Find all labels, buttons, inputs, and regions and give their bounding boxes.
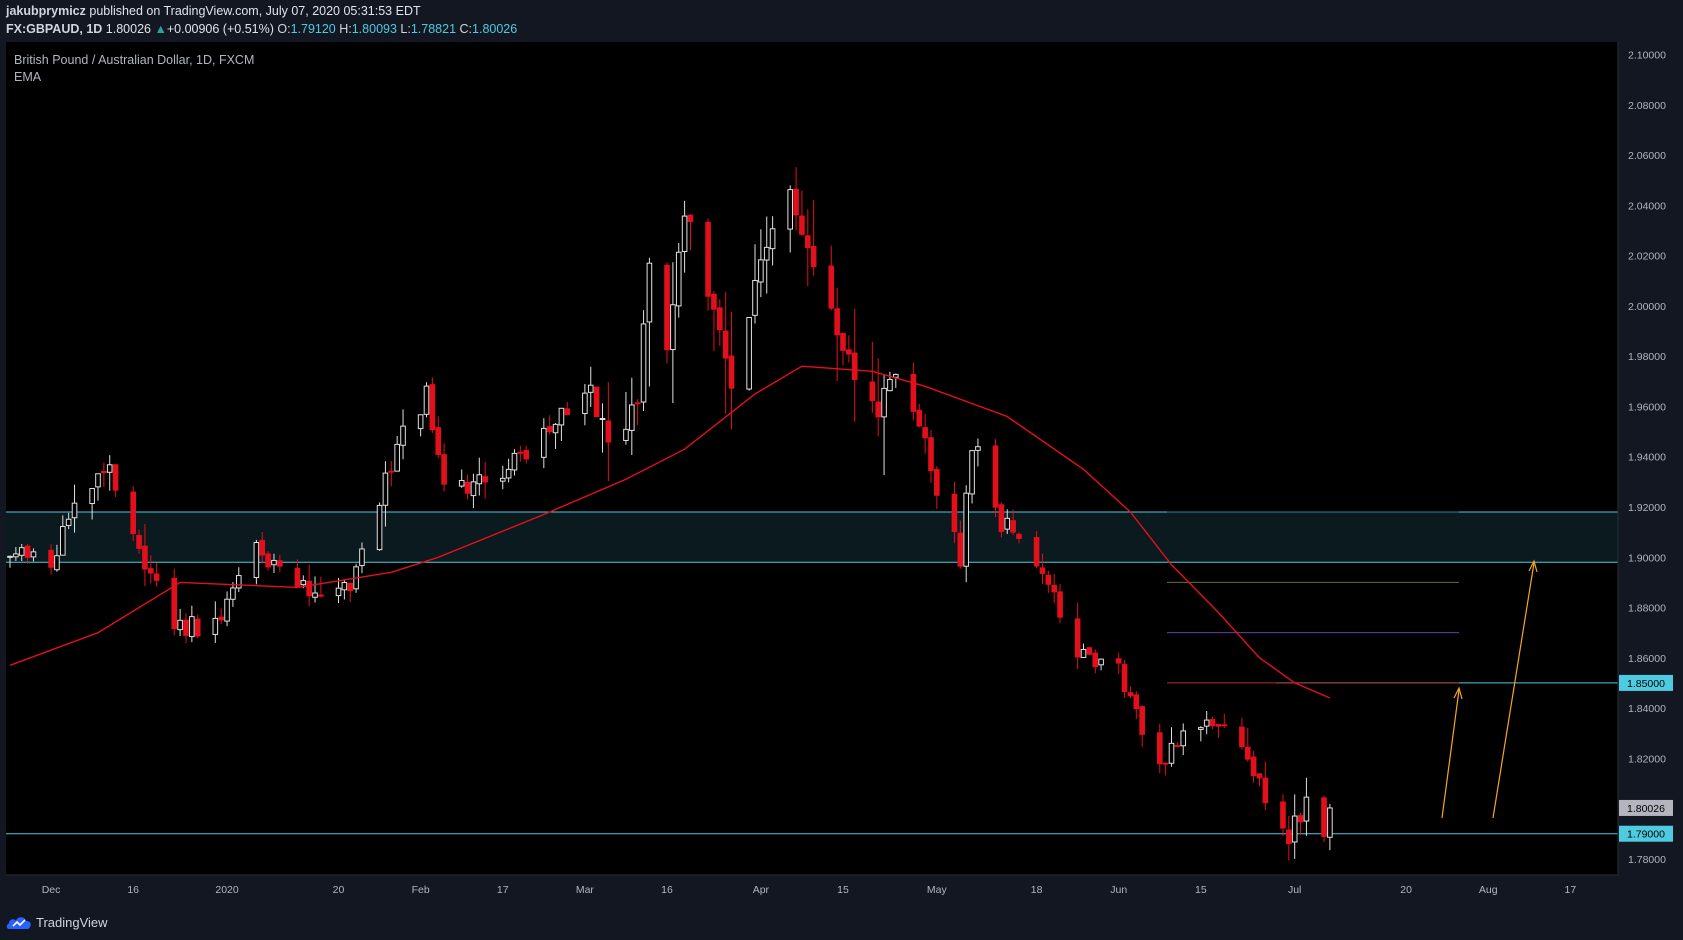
y-tick-label: 1.94000 [1628,452,1666,464]
x-tick-label: Jul [1288,884,1301,896]
close-label: C: [459,22,473,36]
tradingview-logo[interactable]: TradingView [6,914,108,930]
open-value: 1.79120 [290,22,336,36]
y-tick-label: 2.00000 [1628,301,1666,313]
price-chart[interactable]: British Pound / Australian Dollar, 1D, F… [0,42,1683,908]
y-tick-label: 2.02000 [1628,251,1666,263]
high-label: H: [339,22,352,36]
x-tick-label: 17 [497,884,509,896]
change-up-icon: ▲ [154,22,167,36]
x-tick-label: 15 [837,884,849,896]
candle [171,568,178,636]
candle [1086,646,1093,655]
symbol-label: FX:GBPAUD, 1D [6,22,103,36]
x-tick-label: 20 [333,884,345,896]
candle [253,539,260,585]
y-tick-label: 2.08000 [1628,100,1666,112]
x-tick-label: Feb [412,884,430,896]
price-change: +0.00906 (+0.51%) [166,22,274,36]
x-tick-label: Jun [1110,884,1127,896]
y-tick-label: 1.78000 [1628,854,1666,866]
supply-zone [6,512,1618,563]
candle [664,262,670,364]
candle [423,382,430,418]
candle [130,486,136,541]
published-text: published on TradingView.com, July 07, 2… [89,4,421,18]
plot-background [6,42,1618,875]
legend-title: British Pound / Australian Dollar, 1D, F… [14,53,254,67]
y-tick-label: 1.90000 [1628,552,1666,564]
y-tick-label: 2.04000 [1628,200,1666,212]
y-tick-label: 1.84000 [1628,703,1666,715]
zone-layer [6,511,1618,563]
candle [593,386,600,418]
x-tick-label: Dec [42,884,61,896]
low-value: 1.78821 [410,22,457,36]
candle [640,310,647,411]
y-tick-label: 1.82000 [1628,753,1666,765]
x-tick-label: 2020 [215,884,239,896]
y-tick-label: 2.06000 [1628,150,1666,162]
y-tick-label: 1.88000 [1628,603,1666,615]
y-tick-label: 1.98000 [1628,351,1666,363]
time-axis[interactable]: Dec 16 2020 20 Feb 17 Mar 16 Apr 15 May 18 Jun 15 Jul 2… [42,884,1577,896]
ohlc-line: FX:GBPAUD, 1D 1.80026 ▲+0.00906 (+0.51%)… [6,22,517,36]
x-tick-label: 15 [1195,884,1207,896]
candle [992,439,999,518]
x-tick-label: 17 [1565,884,1577,896]
legend-indicator[interactable]: EMA [14,70,42,84]
level-price-tag: 1.85000 [1627,678,1665,690]
x-tick-label: May [927,884,948,896]
x-tick-label: Mar [576,884,595,896]
y-tick-label: 1.96000 [1628,401,1666,413]
author-name[interactable]: jakubprymicz [6,4,86,18]
last-price: 1.80026 [105,22,151,36]
chart-header: jakubprymicz published on TradingView.co… [0,0,1683,42]
y-tick-label: 1.86000 [1628,653,1666,665]
price-axis[interactable]: 2.10000 2.08000 2.06000 2.04000 2.02000 2.000… [1619,50,1673,866]
candle [1321,795,1327,842]
close-value: 1.80026 [472,22,518,36]
candle [376,502,383,551]
current-price-tag: 1.80026 [1627,803,1665,815]
x-tick-label: 16 [661,884,673,896]
publish-info: jakubprymicz published on TradingView.co… [6,4,421,18]
low-label: L: [400,22,411,36]
candle [746,317,752,391]
high-value: 1.80093 [351,22,397,36]
level-price-tag: 1.79000 [1627,829,1665,841]
chart-footer: TradingView [0,908,1683,940]
x-tick-label: Apr [753,884,770,896]
x-tick-label: 16 [127,884,139,896]
x-tick-label: Aug [1479,884,1498,896]
tradingview-cloud-icon [6,917,31,929]
x-tick-label: 18 [1031,884,1043,896]
candle [429,377,436,434]
y-tick-label: 2.10000 [1628,50,1666,62]
tradingview-logo-text: TradingView [36,914,108,930]
x-tick-label: 20 [1400,884,1412,896]
open-label: O: [277,22,291,36]
y-tick-label: 1.92000 [1628,502,1666,514]
